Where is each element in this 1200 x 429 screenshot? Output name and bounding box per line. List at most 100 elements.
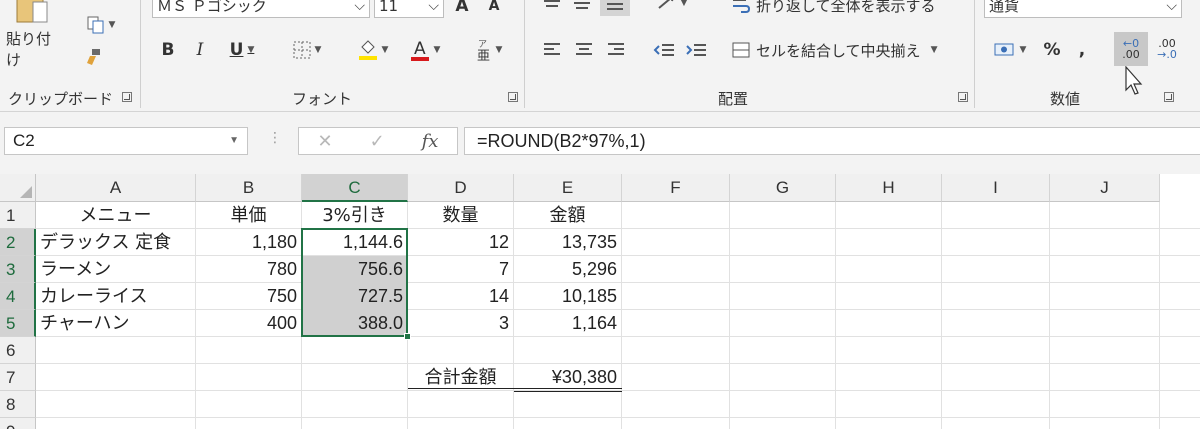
cancel-icon[interactable]: ✕ — [317, 131, 332, 152]
grow-font-button[interactable]: A — [452, 0, 472, 18]
header-cell-menu[interactable]: メニュー — [36, 202, 195, 229]
column-header-e[interactable]: E — [514, 174, 622, 202]
worksheet-grid: ABCDEFGHIJ 123456789 メニュー単価3%引き数量金額デラックス… — [0, 174, 1200, 429]
column-header-a[interactable]: A — [36, 174, 196, 202]
accounting-format-button[interactable]: ▼ — [986, 38, 1034, 62]
row-header-3[interactable]: 3 — [0, 256, 36, 283]
orientation-button[interactable]: ▼ — [652, 0, 692, 14]
bold-button[interactable]: B — [156, 38, 180, 62]
cell-discount[interactable]: 1,144.6 — [302, 229, 407, 256]
total-value-cell[interactable]: ¥30,380 — [514, 364, 621, 391]
underline-button[interactable]: U ▼ — [220, 38, 264, 62]
cell-price[interactable]: 780 — [196, 256, 301, 283]
align-right-icon — [608, 43, 624, 55]
cell-menu[interactable]: カレーライス — [36, 283, 195, 310]
name-box[interactable]: C2 ▼ — [4, 127, 248, 155]
number-format-combo[interactable]: 通貨 ⌵ — [984, 0, 1182, 18]
row-header-6[interactable]: 6 — [0, 337, 36, 364]
align-left-button[interactable] — [540, 38, 564, 62]
enter-icon[interactable]: ✓ — [370, 131, 385, 152]
align-right-button[interactable] — [604, 38, 628, 62]
cell-amount[interactable]: 13,735 — [514, 229, 621, 256]
row-header-8[interactable]: 8 — [0, 391, 36, 418]
copy-button[interactable]: ▼ — [80, 14, 122, 36]
column-header-f[interactable]: F — [622, 174, 730, 202]
column-header-b[interactable]: B — [196, 174, 302, 202]
number-launcher[interactable] — [1164, 92, 1174, 102]
row-header-2[interactable]: 2 — [0, 229, 36, 256]
column-header-j[interactable]: J — [1050, 174, 1160, 202]
row-header-1[interactable]: 1 — [0, 202, 36, 229]
column-header-g[interactable]: G — [730, 174, 836, 202]
column-header-c[interactable]: C — [302, 174, 408, 202]
row-header-5[interactable]: 5 — [0, 310, 36, 337]
paste-button[interactable]: 貼り付け — [6, 0, 56, 70]
splitter-dots-icon[interactable]: ⋮ — [268, 130, 282, 146]
cell-price[interactable]: 1,180 — [196, 229, 301, 256]
cell-discount[interactable]: 727.5 — [302, 283, 407, 310]
cell-price[interactable]: 750 — [196, 283, 301, 310]
chevron-down-icon: ▼ — [229, 135, 239, 146]
total-label-cell[interactable]: 合計金額 — [408, 364, 513, 391]
select-all-button[interactable] — [0, 174, 36, 202]
formula-input[interactable]: =ROUND(B2*97%,1) — [464, 127, 1200, 155]
gridline-vertical — [835, 202, 836, 429]
cell-qty[interactable]: 14 — [408, 283, 513, 310]
font-color-button[interactable]: A ▼ — [402, 36, 448, 64]
header-cell-amount[interactable]: 金額 — [514, 202, 621, 229]
header-cell-qty[interactable]: 数量 — [408, 202, 513, 229]
cell-amount[interactable]: 1,164 — [514, 310, 621, 337]
align-middle-icon — [574, 2, 590, 9]
font-size-value: 11 — [379, 0, 399, 15]
alignment-launcher[interactable] — [958, 92, 968, 102]
merge-center-label: セルを結合して中央揃え — [756, 41, 921, 60]
phonetic-button[interactable]: ア亜 ▼ — [466, 36, 510, 64]
increase-decimal-button[interactable]: ←0 .00 — [1114, 32, 1148, 66]
fill-handle[interactable] — [404, 333, 411, 340]
cell-menu[interactable]: ラーメン — [36, 256, 195, 283]
merge-center-button[interactable]: セルを結合して中央揃え ▼ — [732, 38, 958, 62]
row-header-4[interactable]: 4 — [0, 283, 36, 310]
font-launcher[interactable] — [508, 92, 518, 102]
currency-icon — [994, 43, 1014, 56]
font-size-combo[interactable]: 11 ⌵ — [374, 0, 444, 18]
align-bottom-icon — [607, 3, 623, 10]
percent-button[interactable]: % — [1040, 38, 1064, 62]
row-header-7[interactable]: 7 — [0, 364, 36, 391]
cell-amount[interactable]: 5,296 — [514, 256, 621, 283]
border-icon — [293, 41, 311, 59]
cell-menu[interactable]: デラックス 定食 — [36, 229, 195, 256]
align-bottom-button[interactable] — [600, 0, 630, 16]
cell-amount[interactable]: 10,185 — [514, 283, 621, 310]
clipboard-launcher[interactable] — [122, 92, 132, 102]
shrink-font-button[interactable]: A — [484, 0, 504, 18]
cell-qty[interactable]: 12 — [408, 229, 513, 256]
align-center-button[interactable] — [572, 38, 596, 62]
insert-function-icon[interactable]: fx — [422, 131, 439, 152]
row-header-9[interactable]: 9 — [0, 418, 36, 429]
cell-menu[interactable]: チャーハン — [36, 310, 195, 337]
wrap-text-button[interactable]: 折り返して全体を表示する — [732, 0, 952, 16]
decrease-indent-button[interactable] — [650, 38, 678, 62]
cell-qty[interactable]: 3 — [408, 310, 513, 337]
border-button[interactable]: ▼ — [284, 38, 330, 62]
increase-indent-button[interactable] — [682, 38, 710, 62]
header-cell-price[interactable]: 単価 — [196, 202, 301, 229]
align-middle-button[interactable] — [570, 0, 594, 16]
decrease-decimal-button[interactable]: .00 →.0 — [1150, 32, 1184, 66]
gridline-vertical — [729, 202, 730, 429]
cell-discount[interactable]: 756.6 — [302, 256, 407, 283]
column-header-i[interactable]: I — [942, 174, 1050, 202]
italic-button[interactable]: I — [188, 38, 212, 62]
cell-price[interactable]: 400 — [196, 310, 301, 337]
comma-button[interactable]: , — [1072, 38, 1092, 62]
header-cell-discount[interactable]: 3%引き — [302, 202, 407, 229]
format-painter-button[interactable] — [80, 46, 106, 68]
cell-discount[interactable]: 388.0 — [302, 310, 407, 337]
column-header-d[interactable]: D — [408, 174, 514, 202]
font-name-combo[interactable]: ＭＳ Ｐゴシック ⌵ — [152, 0, 370, 18]
fill-color-button[interactable]: ▼ — [350, 36, 396, 64]
align-top-button[interactable] — [540, 0, 564, 16]
cell-qty[interactable]: 7 — [408, 256, 513, 283]
column-header-h[interactable]: H — [836, 174, 942, 202]
